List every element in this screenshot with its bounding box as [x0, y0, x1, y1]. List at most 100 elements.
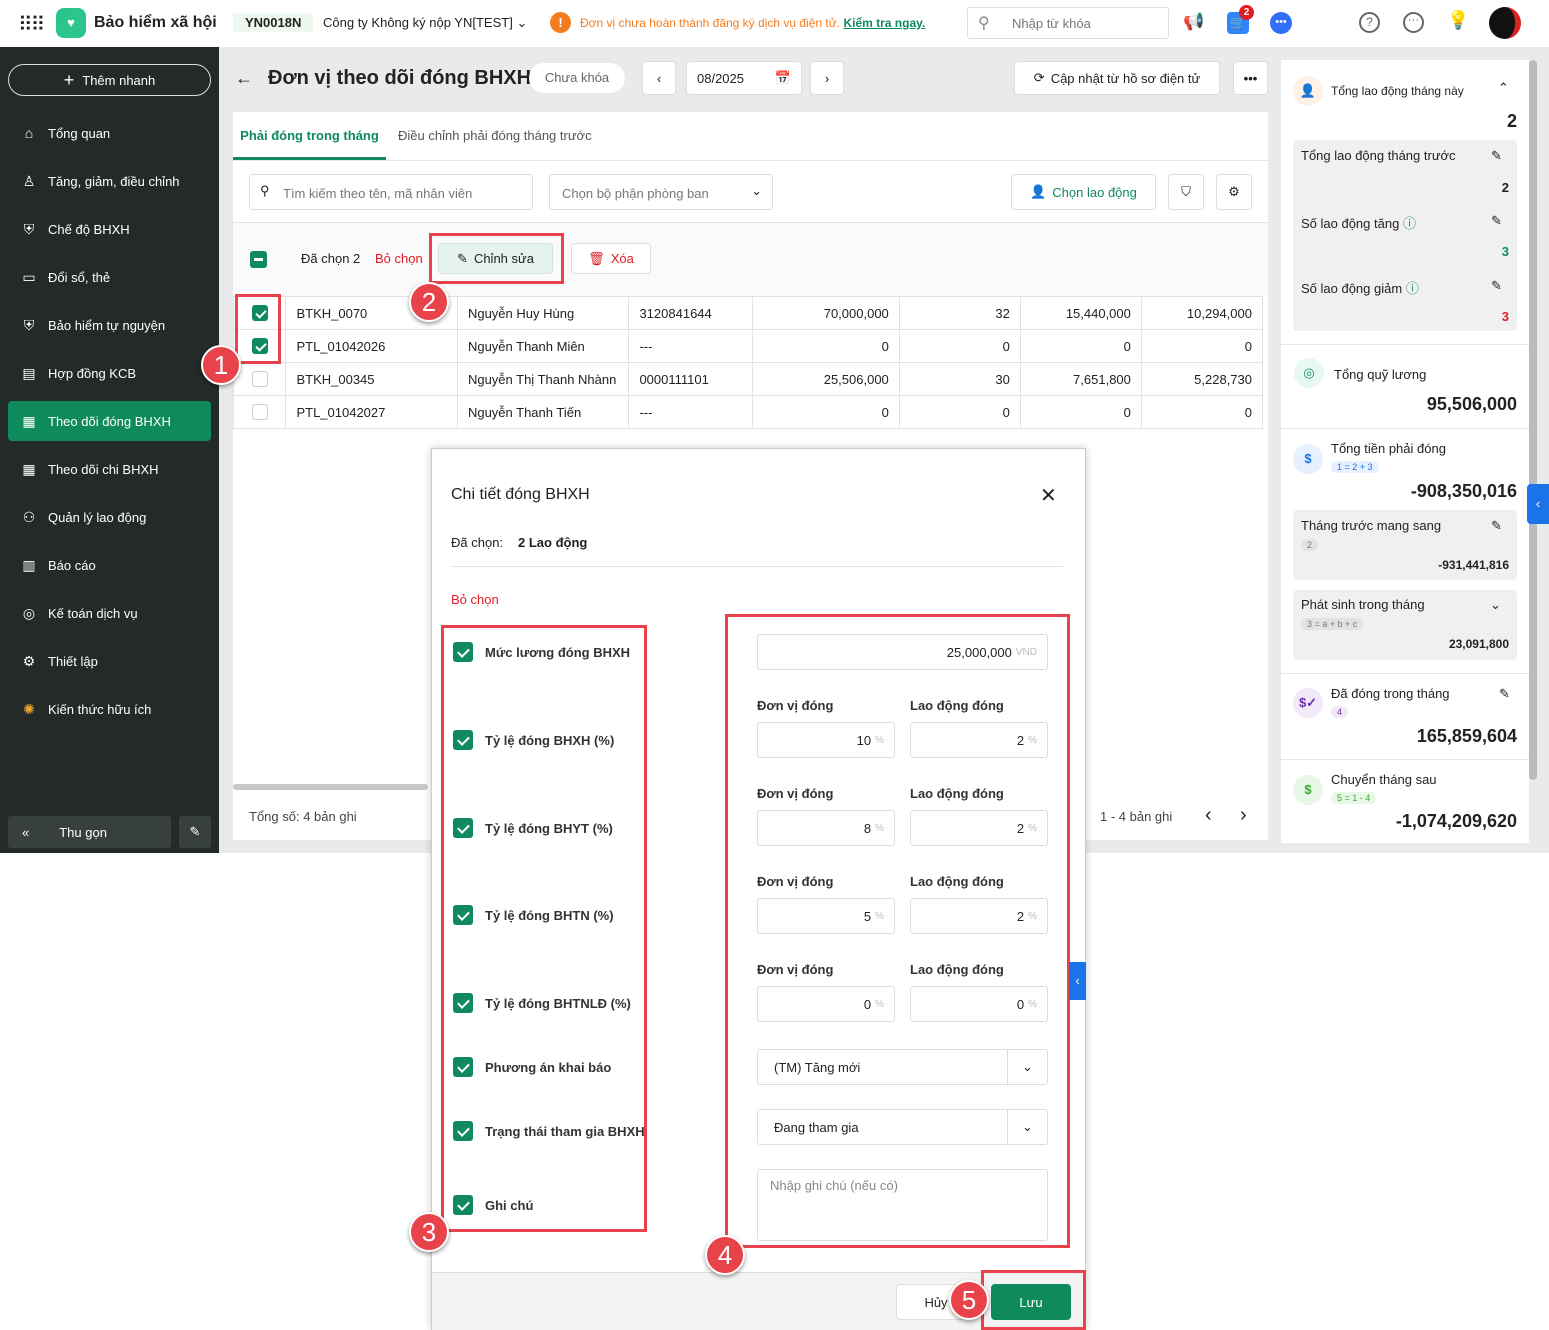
- pencil-icon[interactable]: ✎: [1491, 518, 1502, 534]
- tab-prev-month-adjust[interactable]: Điều chỉnh phải đóng tháng trước: [398, 112, 592, 160]
- top-bar: ⠿⠿ ♥ Bảo hiểm xã hội YN0018N Công ty Khô…: [0, 0, 1549, 47]
- payroll-value: 95,506,000: [1426, 394, 1517, 414]
- megaphone-icon[interactable]: 📢: [1183, 12, 1204, 32]
- apps-grid-icon[interactable]: ⠿⠿: [18, 12, 45, 37]
- period-picker[interactable]: 08/2025 📅: [686, 61, 802, 95]
- choose-employee-button[interactable]: 👤 Chọn lao động: [1011, 174, 1156, 210]
- help-icon[interactable]: ?: [1359, 12, 1380, 33]
- sidebar-item-8[interactable]: ⚇ Quản lý lao động: [8, 497, 211, 537]
- edit-menu-icon[interactable]: ✎: [179, 816, 211, 848]
- chat-icon[interactable]: •••: [1270, 12, 1292, 34]
- cell-name: Nguyễn Thị Thanh Nhànn: [456, 362, 630, 396]
- doc-icon: ▦: [22, 460, 36, 477]
- row-checkbox[interactable]: [251, 371, 268, 388]
- cell-c7: 5,228,730: [1140, 362, 1264, 396]
- filter-button[interactable]: ⛉: [1168, 174, 1204, 210]
- row-checkbox[interactable]: [251, 404, 268, 421]
- sidebar-item-3[interactable]: ▭ Đổi sổ, thẻ: [8, 257, 211, 297]
- sidebar-item-2[interactable]: ⛨ Chế độ BHXH: [8, 209, 211, 249]
- page-prev-icon[interactable]: ‹: [1205, 804, 1212, 827]
- update-from-eprofile-button[interactable]: ⟳ Cập nhật từ hồ sơ điện tử: [1014, 61, 1220, 95]
- avatar[interactable]: [1489, 7, 1521, 39]
- plus-icon: +: [63, 69, 75, 90]
- page-next-icon[interactable]: ›: [1240, 804, 1247, 827]
- due-value: -908,350,016: [1410, 481, 1517, 501]
- sidebar-item-1[interactable]: ♙ Tăng, giảm, điều chỉnh: [8, 161, 211, 201]
- chevron-up-icon[interactable]: ⌃: [1498, 80, 1509, 96]
- arise-value: 23,091,800: [1448, 637, 1509, 651]
- department-placeholder: Chọn bộ phận phòng ban: [562, 186, 709, 201]
- sidebar-item-9[interactable]: ▥ Báo cáo: [8, 545, 211, 585]
- sidebar-item-5[interactable]: ▤ Hợp đồng KCB: [8, 353, 211, 393]
- highlight-checkboxes: [235, 294, 281, 364]
- gear-icon: ⚙: [1228, 184, 1240, 199]
- company-selector[interactable]: Công ty Không ký nộp YN[TEST] ⌄: [323, 15, 527, 31]
- more-actions-button[interactable]: •••: [1233, 61, 1268, 95]
- pencil-icon[interactable]: ✎: [1491, 213, 1502, 229]
- sidebar-item-6[interactable]: ▦ Theo dõi đóng BHXH: [8, 401, 211, 441]
- more-circle-icon[interactable]: ···: [1403, 12, 1424, 33]
- quick-add-button[interactable]: + Thêm nhanh: [8, 64, 211, 96]
- highlight-save: [981, 1270, 1086, 1330]
- cell-c6: 15,440,000: [1019, 296, 1142, 330]
- sidebar-item-label: Báo cáo: [48, 557, 96, 573]
- sidebar-item-0[interactable]: ⌂ Tổng quan: [8, 113, 211, 153]
- bulb-book-icon[interactable]: 💡: [1447, 10, 1469, 31]
- settings-button[interactable]: ⚙: [1216, 174, 1252, 210]
- paid-label: Đã đóng trong tháng: [1331, 686, 1450, 701]
- tab-current-month[interactable]: Phải đóng trong tháng: [233, 112, 386, 160]
- department-select[interactable]: Chọn bộ phận phòng ban ⌄: [549, 174, 773, 210]
- step-badge-5: 5: [949, 1280, 989, 1320]
- sidebar-item-label: Quản lý lao động: [48, 509, 147, 525]
- search-icon: ⚲: [260, 183, 270, 198]
- sidebar-item-4[interactable]: ⛨ Bảo hiểm tự nguyện: [8, 305, 211, 345]
- global-search-input[interactable]: ⚲ Nhập từ khóa: [967, 7, 1169, 39]
- pencil-icon[interactable]: ✎: [1491, 148, 1502, 164]
- sidebar-item-12[interactable]: ✺ Kiến thức hữu ích: [8, 689, 211, 729]
- step-badge-1: 1: [201, 345, 241, 385]
- sidebar-item-10[interactable]: ◎ Kế toán dịch vụ: [8, 593, 211, 633]
- close-icon[interactable]: ✕: [1040, 483, 1057, 508]
- record-range: 1 - 4 bản ghi: [1100, 809, 1173, 824]
- chevron-down-icon[interactable]: ⌄: [1490, 597, 1501, 613]
- cell-id: 0000111101: [628, 362, 753, 396]
- sidebar-item-11[interactable]: ⚙ Thiết lập: [8, 641, 211, 681]
- sidebar: + Thêm nhanh ⌂ Tổng quan ♙ Tăng, giảm, điều …: [0, 47, 219, 853]
- modal-selected-value: 2 Lao động: [518, 535, 588, 550]
- panel-toggle-button[interactable]: ‹: [1527, 484, 1549, 524]
- collapse-button[interactable]: « Thu gọn: [8, 816, 171, 848]
- sidebar-item-label: Kế toán dịch vụ: [48, 605, 138, 621]
- table-row[interactable]: PTL_01042027 Nguyễn Thanh Tiến --- 0 0 0 0: [232, 395, 1264, 429]
- side-toggle-button[interactable]: ‹: [1069, 962, 1086, 1000]
- horizontal-scrollbar[interactable]: [233, 784, 428, 790]
- cell-c5: 32: [898, 296, 1021, 330]
- table-row[interactable]: PTL_01042026 Nguyễn Thanh Miên --- 0 0 0 0: [232, 329, 1264, 363]
- pencil-icon[interactable]: ✎: [1491, 278, 1502, 294]
- filter-icon: ⛉: [1181, 184, 1191, 199]
- next-label: Chuyển tháng sau: [1331, 772, 1437, 787]
- prev-period-button[interactable]: ‹: [642, 61, 676, 95]
- accounting-icon: ◎: [22, 604, 36, 621]
- panel-scrollbar[interactable]: [1529, 60, 1537, 780]
- deselect-link[interactable]: Bỏ chọn: [375, 251, 423, 266]
- step-badge-2: 2: [409, 282, 449, 322]
- check-now-link[interactable]: Kiểm tra ngay.: [843, 16, 925, 30]
- sidebar-item-label: Hợp đồng KCB: [48, 365, 137, 381]
- table-row[interactable]: BTKH_00345 Nguyễn Thị Thanh Nhànn 00001111…: [232, 362, 1264, 396]
- delete-button[interactable]: 🗑 Xóa: [571, 243, 651, 274]
- pencil-icon[interactable]: ✎: [1499, 686, 1510, 702]
- chevron-left-icon: ‹: [656, 70, 662, 86]
- back-arrow-icon[interactable]: ←: [235, 68, 253, 89]
- next-period-button[interactable]: ›: [810, 61, 844, 95]
- step-badge-4: 4: [705, 1235, 745, 1275]
- sidebar-item-7[interactable]: ▦ Theo dõi chi BHXH: [8, 449, 211, 489]
- table-row[interactable]: BTKH_0070 Nguyễn Huy Hùng 3120841644 70,000…: [232, 296, 1264, 330]
- modal-selected-label: Đã chọn:: [451, 535, 504, 550]
- coins-icon: ◎: [1294, 358, 1324, 388]
- prev-labor-label: Tổng lao động tháng trước: [1301, 148, 1456, 163]
- page-title: Đơn vị theo dõi đóng BHXH: [268, 67, 532, 89]
- employee-search-input[interactable]: ⚲ Tìm kiếm theo tên, mã nhân viên: [249, 174, 533, 210]
- cell-c7: 0: [1140, 395, 1264, 429]
- select-all-checkbox[interactable]: [250, 251, 267, 268]
- modal-deselect-link[interactable]: Bỏ chọn: [451, 592, 499, 607]
